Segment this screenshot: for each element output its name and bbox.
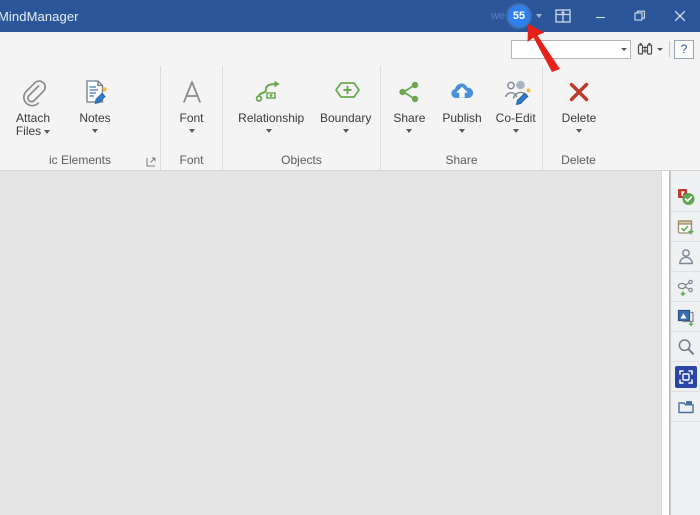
notes-label: Notes (79, 111, 111, 125)
publish-dropdown-icon[interactable] (459, 129, 466, 133)
co-edit-dropdown-icon[interactable] (512, 129, 519, 133)
task-pane-focus-button[interactable] (671, 362, 700, 392)
topic-branch-icon (676, 277, 696, 297)
co-edit-label: Co-Edit (495, 111, 536, 125)
co-edit-button[interactable]: Co-Edit (489, 70, 542, 133)
share-button[interactable]: Share (384, 70, 435, 133)
ribbon-group-label-objects: Objects (281, 153, 322, 167)
task-pane-library-button[interactable] (671, 392, 700, 422)
find-button[interactable] (635, 38, 655, 60)
font-button[interactable]: Font (161, 70, 222, 133)
focus-brackets-icon (675, 365, 697, 388)
ribbon-group-label-share: Share (445, 153, 478, 167)
font-a-icon (177, 75, 207, 109)
notes-dropdown-icon[interactable] (92, 129, 98, 133)
delete-label: Delete (561, 111, 597, 125)
boundary-button[interactable]: Boundary (311, 70, 380, 133)
boundary-label: Boundary (319, 111, 372, 125)
notes-button[interactable]: Notes (64, 70, 126, 133)
dialog-launcher-icon (146, 157, 155, 166)
font-label: Font (179, 111, 204, 125)
ribbon-group-objects: Relationship Boundary Objects (222, 66, 380, 170)
task-pane-markers-button[interactable] (671, 182, 700, 212)
ribbon-group-share: Share Publish Co-Edit Share (380, 66, 542, 170)
library-folder-icon (676, 397, 696, 417)
restore-button[interactable] (620, 0, 660, 32)
topic-elements-dialog-launcher[interactable] (145, 156, 156, 167)
attach-files-label: Attach Files (15, 111, 51, 138)
font-dropdown-icon[interactable] (188, 129, 195, 133)
minimize-button[interactable] (580, 0, 620, 32)
task-pane-images-button[interactable] (671, 302, 700, 332)
boundary-icon (330, 75, 362, 109)
image-icon (676, 307, 696, 327)
notes-icon (80, 75, 110, 109)
boundary-dropdown-icon[interactable] (342, 129, 349, 133)
canvas-vertical-scrollbar[interactable] (661, 171, 670, 515)
search-row: ? (0, 32, 700, 66)
restore-icon (634, 10, 645, 21)
ribbon-display-icon (555, 9, 571, 23)
title-bar-controls: we 55 (491, 0, 700, 32)
red-x-icon (565, 75, 593, 109)
ribbon-group-label-topic-elements: ic Elements (48, 153, 112, 167)
search-input[interactable] (512, 40, 617, 58)
relationship-dropdown-icon[interactable] (266, 129, 273, 133)
attach-files-dropdown-icon[interactable] (44, 129, 51, 134)
ribbon-groups: Attach Files Notes ic Elements Font Font… (0, 66, 700, 170)
toolbar-separator (669, 41, 670, 57)
notification-badge[interactable]: 55 (508, 5, 530, 27)
relationship-label: Relationship (238, 111, 305, 125)
find-dropdown-icon[interactable] (655, 38, 665, 60)
task-pane-resources-button[interactable] (671, 242, 700, 272)
markers-icon (676, 187, 696, 207)
ribbon-group-delete: Delete Delete (542, 66, 614, 170)
minimize-icon (595, 16, 605, 18)
ribbon-display-options-button[interactable] (546, 0, 580, 32)
relationship-icon (253, 75, 285, 109)
attach-files-button[interactable]: Attach Files (2, 70, 64, 138)
paperclip-icon (18, 75, 48, 109)
help-button[interactable]: ? (674, 39, 694, 59)
delete-dropdown-icon[interactable] (576, 129, 582, 133)
mindmanager-window: MindManager we 55 ? Attach Files Notes i… (0, 0, 700, 515)
task-pane-topic-elements-button[interactable] (671, 272, 700, 302)
person-icon (676, 247, 696, 267)
binoculars-icon (637, 43, 653, 55)
publish-label: Publish (442, 111, 482, 125)
title-bar: MindManager we 55 (0, 0, 700, 32)
ribbon-group-topic-elements: Attach Files Notes ic Elements (0, 66, 160, 170)
close-button[interactable] (660, 0, 700, 32)
close-icon (674, 10, 686, 22)
badge-dropdown-icon[interactable] (532, 1, 546, 31)
task-pane-search-button[interactable] (671, 332, 700, 362)
titlebar-faint-label: we (490, 10, 505, 22)
publish-button[interactable]: Publish (435, 70, 490, 133)
share-label: Share (393, 111, 426, 125)
co-edit-icon (500, 75, 532, 109)
delete-button[interactable]: Delete (548, 70, 610, 133)
window-title: MindManager (0, 8, 79, 24)
ribbon: Attach Files Notes ic Elements Font Font… (0, 66, 700, 171)
ribbon-group-label-delete: Delete (561, 153, 596, 167)
map-canvas[interactable] (0, 171, 661, 515)
relationship-button[interactable]: Relationship (227, 70, 311, 133)
ribbon-group-font: Font Font (160, 66, 222, 170)
share-dropdown-icon[interactable] (406, 129, 413, 133)
task-pane-task-info-button[interactable] (671, 212, 700, 242)
task-info-icon (676, 217, 696, 237)
ribbon-group-label-font: Font (179, 153, 204, 167)
search-box[interactable] (511, 39, 631, 59)
share-nodes-icon (395, 75, 423, 109)
search-icon (676, 337, 696, 357)
task-pane-rail (670, 171, 700, 515)
search-dropdown-icon[interactable] (617, 41, 630, 58)
cloud-upload-icon (447, 75, 477, 109)
